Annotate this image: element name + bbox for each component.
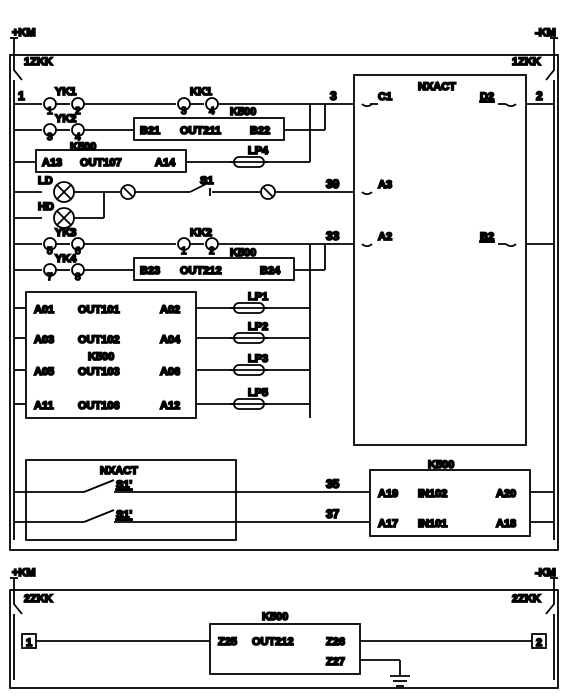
a17: A17	[378, 518, 398, 530]
yk2-pin-a: 3	[47, 132, 53, 143]
in101: IN101	[418, 518, 447, 530]
lp1: LP1	[248, 291, 268, 303]
node-2: 2	[536, 89, 543, 103]
breaker-1zkk-right: 1ZKK	[512, 56, 541, 68]
k500-big-k: K500	[88, 351, 114, 363]
z27: Z27	[326, 656, 345, 668]
in102: IN102	[418, 488, 447, 500]
node-1: 1	[18, 89, 25, 103]
node-33: 33	[326, 229, 340, 243]
out102: OUT102	[78, 334, 120, 346]
node-b2: 2	[536, 637, 542, 649]
node-3: 3	[330, 89, 337, 103]
out101: OUT101	[78, 304, 120, 316]
k500-bottom-k: K500	[262, 611, 288, 623]
kk2-pin-b: 2	[209, 246, 215, 257]
lamp-hd: HD	[38, 201, 54, 213]
kk1-pin-a: 3	[181, 106, 187, 117]
a02: A02	[160, 304, 180, 316]
k500-out107-r: A14	[155, 157, 176, 169]
k500-out211-m: OUT211	[180, 125, 221, 137]
k500-out211-r: B22	[250, 125, 270, 137]
out106: OUT106	[78, 400, 120, 412]
yk4-pin-b: 8	[75, 272, 81, 283]
breaker-1zkk-left: 1ZKK	[24, 56, 53, 68]
breaker-2zkk-left: 2ZKK	[24, 593, 53, 605]
a18: A18	[496, 518, 516, 530]
nxact-a3: A3	[378, 179, 392, 191]
node-37: 37	[326, 507, 340, 521]
a06: A06	[160, 366, 180, 378]
k500-out107-k: K500	[70, 141, 96, 153]
lamp-ld: LD	[38, 175, 53, 187]
k500-out107-l: A13	[42, 157, 62, 169]
schematic-canvas: +KM -KM 1ZKK 1ZKK NXACT 1 YK1 1 2 KK1 3 …	[0, 0, 568, 696]
a04: A04	[160, 334, 181, 346]
kk1-pin-b: 4	[209, 106, 215, 117]
k500-in-k: K500	[428, 459, 454, 471]
nxact-c1: C1	[378, 91, 392, 103]
nxact-b2: B2	[480, 231, 494, 243]
lp2: LP2	[248, 321, 268, 333]
a05: A05	[34, 366, 54, 378]
nxact-label: NXACT	[418, 81, 456, 93]
breaker-2zkk-right: 2ZKK	[512, 593, 541, 605]
yk3-pin-a: 5	[47, 246, 53, 257]
nxact-d2: D2	[480, 91, 494, 103]
out103: OUT103	[78, 366, 120, 378]
kk2-pin-a: 1	[181, 246, 187, 257]
k500-out212-r: B24	[260, 265, 281, 277]
lp5: LP5	[248, 387, 268, 399]
contact-yk2: YK2	[55, 113, 76, 125]
nxact-s1p-a: S1'	[116, 479, 132, 491]
lp3: LP3	[248, 353, 268, 365]
k500-out211-l: B21	[140, 125, 160, 137]
node-b1: 1	[26, 637, 32, 649]
k500-out107-m: OUT107	[80, 157, 122, 169]
out212-bot: OUT212	[252, 636, 294, 648]
z26: Z26	[326, 636, 345, 648]
contact-yk3: YK3	[55, 227, 76, 239]
a20: A20	[496, 488, 516, 500]
k500-out211-k: K500	[230, 106, 256, 118]
nxact-a2: A2	[378, 231, 392, 243]
k500-out212-l: B23	[140, 265, 160, 277]
a03: A03	[34, 334, 54, 346]
k500-out212-m: OUT212	[180, 265, 222, 277]
a11: A11	[34, 400, 54, 412]
yk1-pin-a: 1	[47, 106, 53, 117]
yk4-pin-a: 7	[47, 272, 53, 283]
a12: A12	[160, 400, 180, 412]
lp4-label: LP4	[248, 145, 269, 157]
z25: Z25	[218, 636, 237, 648]
contact-yk4: YK4	[55, 253, 77, 265]
nxact-s1p-b: S1'	[116, 509, 132, 521]
contact-yk1: YK1	[55, 86, 76, 98]
contact-kk1: KK1	[190, 86, 212, 98]
node-39: 39	[326, 177, 340, 191]
node-35: 35	[326, 477, 340, 491]
contact-kk2: KK2	[190, 227, 212, 239]
nxact-lower-label: NXACT	[100, 465, 138, 477]
a01: A01	[34, 304, 54, 316]
a19: A19	[378, 488, 398, 500]
